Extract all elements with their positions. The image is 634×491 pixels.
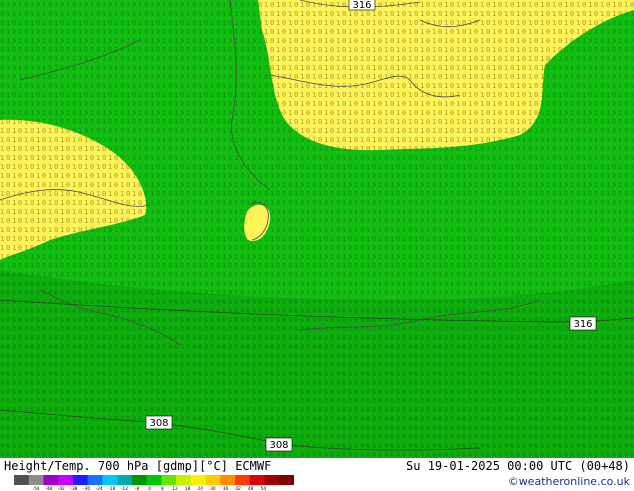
color-scale-tick-label: 48 xyxy=(248,486,254,491)
color-scale-tick-label: -24 xyxy=(96,486,103,491)
color-scale-swatch xyxy=(72,475,88,485)
color-scale-tick-label: -54 xyxy=(33,486,40,491)
map-title: Height/Temp. 700 hPa [gdmp][°C] ECMWF xyxy=(4,459,272,473)
svg-text:316: 316 xyxy=(573,319,592,330)
svg-text:308: 308 xyxy=(149,418,168,429)
weather-map: 0 1 1 0 4 6 xyxy=(0,0,634,458)
color-scale-tick-label: -12 xyxy=(121,486,128,491)
color-scale-tick-label: 42 xyxy=(235,486,241,491)
color-scale-swatch xyxy=(264,475,280,485)
color-scale-tick-label: 18 xyxy=(185,486,191,491)
color-scale-swatch xyxy=(14,475,30,485)
color-scale-tick-label: -42 xyxy=(58,486,65,491)
color-scale-swatch xyxy=(279,475,294,485)
color-scale-tick-label: 8 xyxy=(161,486,164,491)
color-scale-tick-label: 54 xyxy=(261,486,267,491)
color-scale-swatch xyxy=(102,475,118,485)
color-scale-tick-label: 24 xyxy=(198,486,204,491)
color-scale-tick-label: 36 xyxy=(223,486,229,491)
color-scale-swatch xyxy=(43,475,59,485)
map-footer: Height/Temp. 700 hPa [gdmp][°C] ECMWF Su… xyxy=(0,458,634,491)
contour-label-316-right: 316 xyxy=(569,316,597,331)
svg-text:316: 316 xyxy=(352,0,371,11)
color-scale-swatch xyxy=(190,475,206,485)
color-scale-swatch xyxy=(58,475,74,485)
color-scale-tick-label: 30 xyxy=(210,486,216,491)
contour-label-316-top: 316 xyxy=(348,0,376,11)
credit-link[interactable]: ©weatheronline.co.uk xyxy=(508,475,630,488)
color-scale-tick-label: -38 xyxy=(70,486,77,491)
color-scale-tick-label: -30 xyxy=(83,486,90,491)
color-scale-swatch xyxy=(87,475,103,485)
contour-label-308-left: 308 xyxy=(145,415,173,430)
color-scale-tick-label: 12 xyxy=(172,486,178,491)
color-scale-swatch xyxy=(161,475,177,485)
color-scale-swatch xyxy=(249,475,265,485)
color-scale-swatch xyxy=(117,475,133,485)
color-scale-swatch xyxy=(220,475,236,485)
color-scale-swatch xyxy=(235,475,251,485)
valid-time: Su 19-01-2025 00:00 UTC (00+48) xyxy=(406,459,630,473)
color-scale-swatch xyxy=(205,475,221,485)
color-scale-swatch xyxy=(176,475,192,485)
color-scale-swatch xyxy=(146,475,162,485)
color-scale-tick-label: 0 xyxy=(148,486,151,491)
svg-text:308: 308 xyxy=(269,440,288,451)
color-scale-bar xyxy=(14,475,294,485)
color-scale-tick-label: -18 xyxy=(108,486,115,491)
color-scale-swatch xyxy=(131,475,147,485)
color-scale-swatch xyxy=(28,475,44,485)
color-scale-tick-label: -48 xyxy=(45,486,52,491)
map-canvas: 0 1 1 0 4 6 xyxy=(0,0,634,458)
contour-label-308-bottom: 308 xyxy=(265,437,293,452)
color-scale-ticks: -54 -48 -42 -38 -30 -24 -18 -12 -8 0 8 12 18 24 30 36 42… xyxy=(33,486,267,491)
color-scale-tick-label: -8 xyxy=(135,486,140,491)
